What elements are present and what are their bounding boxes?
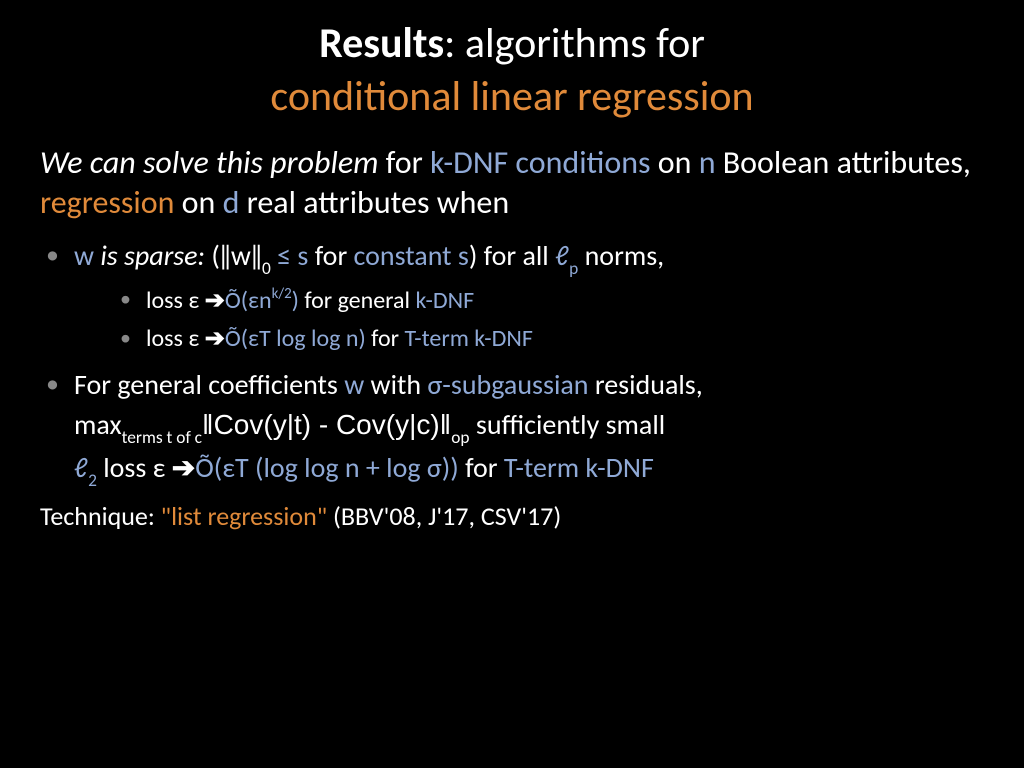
intro-d: d bbox=[223, 183, 240, 222]
b1a-loss: loss ε bbox=[146, 286, 205, 315]
tech-refs: (BBV'08, J'17, CSV'17) bbox=[327, 500, 561, 532]
bullet-general-coeff: For general coefficients w with σ-subgau… bbox=[40, 366, 984, 490]
b2-op: op bbox=[451, 426, 469, 448]
b2-ot: Õ( bbox=[195, 450, 222, 485]
intro-regression: regression bbox=[40, 183, 174, 222]
b1-forall: ) for all bbox=[469, 238, 555, 273]
b1-sparse: is sparse: bbox=[94, 238, 205, 273]
b1a-close: ) bbox=[292, 286, 299, 315]
b1b-for: for bbox=[366, 324, 405, 353]
b2-tterm: T-term k-DNF bbox=[504, 450, 654, 485]
b1a-kdnf: k-DNF bbox=[415, 286, 474, 315]
b1a-k2: k/2 bbox=[272, 284, 292, 302]
intro-wecan: We can solve this problem bbox=[40, 143, 378, 182]
b2-w: w bbox=[344, 367, 364, 402]
arrow-icon: ➔ bbox=[172, 450, 195, 485]
bullet-sparse: w is sparse: (‖w‖0 ≤ s for constant s) f… bbox=[40, 237, 984, 356]
b2-cov: ‖Cov(y|t) - Cov(y|c)‖ bbox=[202, 409, 451, 440]
subbullet-tterm-kdnf: loss ε ➔Õ(εT log log n) for T-term k-DNF bbox=[118, 323, 984, 355]
b2-for: for bbox=[459, 450, 504, 485]
title-results: Results bbox=[319, 18, 444, 69]
slide: Results: algorithms for conditional line… bbox=[0, 0, 1024, 768]
b1-w: w bbox=[74, 238, 94, 273]
b1-zero: 0 bbox=[262, 257, 271, 279]
intro-bool: Boolean attributes, bbox=[716, 143, 971, 182]
subbullet-general-kdnf: loss ε ➔Õ(εnk/2) for general k-DNF bbox=[118, 284, 984, 317]
b2-content: εT (log log n + log σ)) bbox=[222, 450, 459, 485]
b2-resid: residuals, bbox=[589, 367, 703, 402]
b1-consts: constant s bbox=[354, 238, 469, 273]
b1-lp: ℓ bbox=[555, 238, 569, 273]
tech-label: Technique: bbox=[40, 500, 161, 532]
bullet-list: w is sparse: (‖w‖0 ≤ s for constant s) f… bbox=[40, 237, 984, 490]
b1-for: for bbox=[308, 238, 353, 273]
arrow-icon: ➔ bbox=[205, 286, 225, 315]
intro-n: n bbox=[699, 143, 716, 182]
intro-paragraph: We can solve this problem for k-DNF cond… bbox=[40, 143, 984, 223]
intro-for: for bbox=[378, 143, 430, 182]
b2-suff: sufficiently small bbox=[470, 407, 666, 442]
b2-two: 2 bbox=[88, 469, 97, 491]
b2-with: with bbox=[364, 367, 427, 402]
intro-on2: on bbox=[174, 183, 222, 222]
b1-norms: norms, bbox=[578, 238, 664, 273]
b2-maxsub: terms t of c bbox=[122, 426, 202, 448]
b2-sigmasg: σ-subgaussian bbox=[427, 367, 588, 402]
slide-title: Results: algorithms for conditional line… bbox=[40, 18, 984, 123]
b2-max: max bbox=[74, 407, 122, 442]
b1-les: ≤ s bbox=[271, 238, 309, 273]
b1b-tterm: T-term k-DNF bbox=[404, 324, 533, 353]
tech-listreg: "list regression" bbox=[161, 500, 327, 532]
sub-bullet-list: loss ε ➔Õ(εnk/2) for general k-DNF loss … bbox=[118, 284, 984, 356]
b1a-epsn: εn bbox=[248, 286, 272, 315]
intro-real: real attributes when bbox=[239, 183, 509, 222]
b2-l2: ℓ bbox=[74, 450, 88, 485]
b2-prefix: For general coefficients bbox=[74, 367, 344, 402]
b1b-loss: loss ε bbox=[146, 324, 205, 353]
title-line2: conditional linear regression bbox=[270, 71, 753, 122]
title-rest1: : algorithms for bbox=[444, 18, 705, 69]
b1b-content: εT log log n) bbox=[248, 324, 366, 353]
b1-open: (‖w‖ bbox=[205, 238, 262, 273]
b1a-ot: Õ( bbox=[225, 286, 248, 315]
technique-line: Technique: "list regression" (BBV'08, J'… bbox=[40, 500, 984, 532]
intro-on: on bbox=[651, 143, 699, 182]
intro-kdnf: k-DNF conditions bbox=[430, 143, 651, 182]
b1a-for: for general bbox=[299, 286, 416, 315]
b1b-ot: Õ( bbox=[225, 324, 248, 353]
b1-p: p bbox=[569, 257, 578, 279]
arrow-icon: ➔ bbox=[205, 324, 225, 353]
b2-loss: loss ε bbox=[97, 450, 172, 485]
